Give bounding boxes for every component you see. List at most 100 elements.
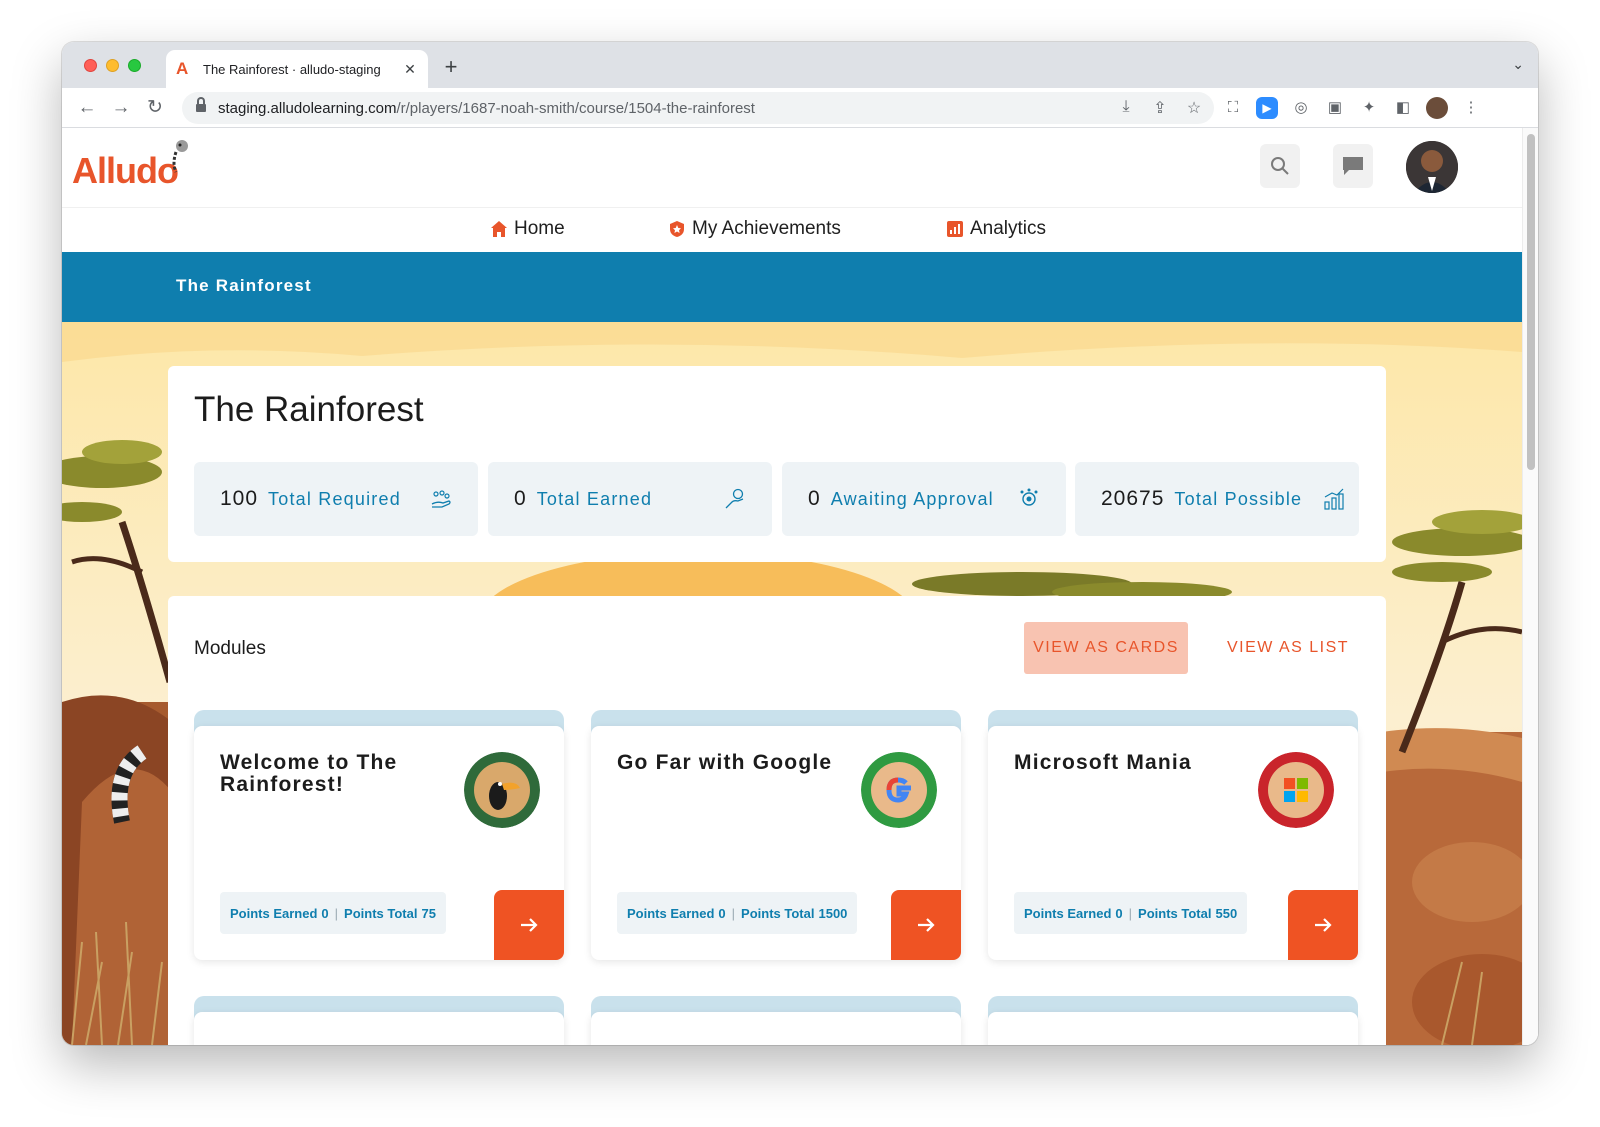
- page-scrollbar[interactable]: [1522, 128, 1538, 1045]
- stat-value: 0: [808, 487, 821, 510]
- nav-home[interactable]: Home: [490, 218, 565, 240]
- chart-icon: [947, 221, 963, 237]
- privacy-extension-icon[interactable]: ◎: [1290, 97, 1312, 119]
- module-points: Points Earned 0 | Points Total 550: [1014, 892, 1248, 934]
- stat-label: Total Required: [268, 488, 401, 509]
- alludo-favicon-icon: A: [176, 59, 189, 78]
- close-window-button[interactable]: [84, 59, 97, 72]
- tab-search-chevron-icon[interactable]: ⌄: [1512, 56, 1524, 73]
- browser-profile-avatar[interactable]: [1426, 97, 1448, 119]
- points-earned-value: 0: [321, 905, 329, 921]
- arrow-right-icon: [521, 918, 538, 932]
- zoom-extension-icon[interactable]: ▶: [1256, 97, 1278, 119]
- hand-heart-icon: [725, 488, 744, 509]
- badge-icon: [670, 221, 684, 237]
- minimize-window-button[interactable]: [106, 59, 119, 72]
- back-button[interactable]: ←: [74, 95, 100, 121]
- stat-label: Awaiting Approval: [830, 488, 994, 509]
- share-icon[interactable]: ⇪: [1150, 98, 1170, 118]
- browser-tab[interactable]: A The Rainforest · alludo-staging ✕: [166, 50, 428, 88]
- open-module-button[interactable]: [1288, 890, 1358, 960]
- course-title: The Rainforest: [194, 390, 424, 429]
- bookmark-star-icon[interactable]: ☆: [1184, 98, 1204, 118]
- module-card[interactable]: Microsoft Mania Points Earned 0 | Points…: [988, 710, 1358, 960]
- nav-analytics-label: Analytics: [970, 218, 1047, 239]
- nav-home-label: Home: [514, 218, 565, 239]
- browser-window: A The Rainforest · alludo-staging ✕ + ⌄ …: [62, 42, 1538, 1045]
- modules-panel: Modules VIEW AS CARDS VIEW AS LIST Welco…: [168, 596, 1386, 1045]
- module-card-partial[interactable]: [194, 996, 564, 1045]
- module-title[interactable]: Welcome to The Rainforest!: [220, 752, 450, 796]
- ribbon-icon: [1020, 488, 1038, 506]
- points-total-value: 75: [421, 905, 436, 921]
- tab-strip: A The Rainforest · alludo-staging ✕ + ⌄: [62, 42, 1538, 88]
- arrow-right-icon: [1315, 918, 1332, 932]
- messages-button[interactable]: [1333, 144, 1373, 188]
- search-button[interactable]: [1260, 144, 1300, 188]
- maximize-window-button[interactable]: [128, 59, 141, 72]
- browser-toolbar: ← → ↻ staging.alludolearning.com/r/playe…: [62, 88, 1538, 128]
- stat-label: Total Possible: [1174, 488, 1303, 509]
- install-icon[interactable]: ⤓: [1116, 98, 1136, 118]
- points-total-value: 1500: [818, 905, 848, 921]
- module-title[interactable]: Go Far with Google: [617, 752, 847, 774]
- google-badge-icon: [861, 752, 937, 828]
- growth-chart-icon: [1324, 488, 1344, 510]
- stat-awaiting-approval: 0 Awaiting Approval: [782, 462, 1066, 536]
- view-as-cards-button[interactable]: VIEW AS CARDS: [1024, 622, 1188, 674]
- profile-photo-icon: [1406, 141, 1458, 193]
- module-card[interactable]: Go Far with Google Points Earned 0 | Poi…: [591, 710, 961, 960]
- savanna-background: The Rainforest 100 Total Required 0 Tota…: [62, 322, 1522, 1045]
- stat-total-required: 100 Total Required: [194, 462, 478, 536]
- stat-total-possible: 20675 Total Possible: [1075, 462, 1359, 536]
- forward-button[interactable]: →: [108, 95, 134, 121]
- hand-coins-icon: [431, 490, 451, 508]
- url-host: staging.alludolearning.com: [218, 99, 397, 117]
- arrow-right-icon: [918, 918, 935, 932]
- module-points: Points Earned 0 | Points Total 1500: [617, 892, 858, 934]
- module-title[interactable]: Microsoft Mania: [1014, 752, 1244, 774]
- open-module-button[interactable]: [494, 890, 564, 960]
- tab-title: The Rainforest · alludo-staging: [203, 61, 381, 77]
- module-points: Points Earned 0 | Points Total 75: [220, 892, 446, 934]
- tab-close-icon[interactable]: ✕: [402, 61, 418, 78]
- microsoft-badge-icon: [1258, 752, 1334, 828]
- screenshot-extension-icon[interactable]: ⛶: [1222, 97, 1244, 119]
- lock-icon: [196, 97, 206, 114]
- stat-value: 20675: [1101, 487, 1165, 510]
- address-bar[interactable]: staging.alludolearning.com/r/players/168…: [182, 92, 1214, 124]
- nav-achievements[interactable]: My Achievements: [668, 218, 841, 240]
- stat-label: Total Earned: [536, 488, 653, 509]
- modules-heading: Modules: [194, 638, 266, 659]
- module-card-partial[interactable]: [591, 996, 961, 1045]
- reload-button[interactable]: ↻: [142, 95, 168, 121]
- site-header: Alludo: [62, 128, 1522, 208]
- user-avatar[interactable]: [1406, 141, 1458, 193]
- page-viewport: Alludo Home My Achievements Analytics Th…: [62, 128, 1538, 1045]
- extensions-puzzle-icon[interactable]: ✦: [1358, 97, 1380, 119]
- new-tab-button[interactable]: +: [438, 54, 464, 80]
- points-total-value: 550: [1215, 905, 1238, 921]
- course-header-title: The Rainforest: [176, 276, 312, 295]
- points-earned-value: 0: [718, 905, 726, 921]
- nav-analytics[interactable]: Analytics: [946, 218, 1046, 240]
- nav-achievements-label: My Achievements: [692, 218, 841, 239]
- module-card[interactable]: Welcome to The Rainforest! Points Earned…: [194, 710, 564, 960]
- chat-icon: [1343, 157, 1363, 175]
- open-module-button[interactable]: [891, 890, 961, 960]
- side-panel-icon[interactable]: ◧: [1392, 97, 1414, 119]
- toucan-badge-icon: [464, 752, 540, 828]
- stat-value: 0: [514, 487, 527, 510]
- main-nav: Home My Achievements Analytics: [62, 208, 1522, 252]
- module-card-partial[interactable]: [988, 996, 1358, 1045]
- browser-menu-icon[interactable]: ⋮: [1460, 97, 1482, 119]
- home-icon: [491, 221, 507, 237]
- lemur-mascot-icon: [172, 140, 188, 173]
- course-header-bar: The Rainforest: [62, 252, 1522, 322]
- scrollbar-thumb[interactable]: [1527, 134, 1535, 470]
- url-path: /r/players/1687-noah-smith/course/1504-t…: [396, 99, 755, 117]
- code-extension-icon[interactable]: ▣: [1324, 97, 1346, 119]
- stat-value: 100: [220, 487, 259, 510]
- points-earned-value: 0: [1115, 905, 1123, 921]
- view-as-list-button[interactable]: VIEW AS LIST: [1218, 622, 1358, 674]
